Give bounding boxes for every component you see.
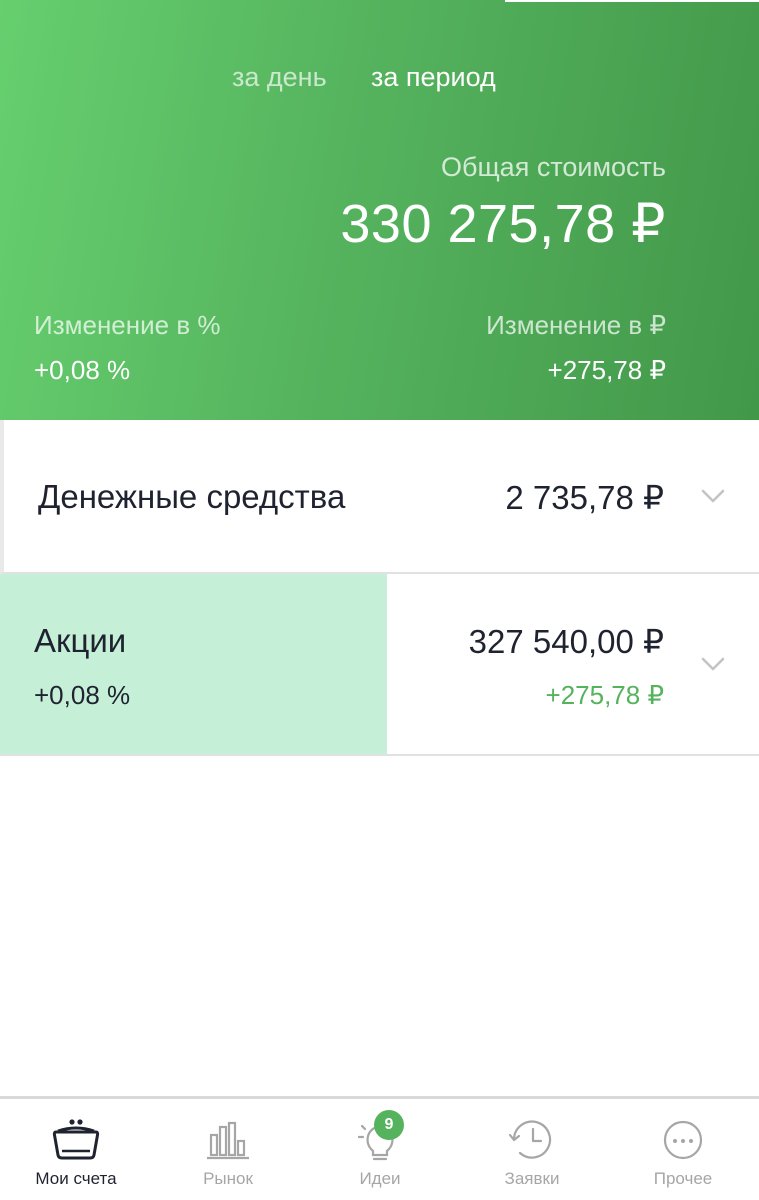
cash-amount: 2 735,78 ₽ [505, 479, 664, 516]
chevron-down-icon[interactable] [699, 650, 727, 678]
total-value: 330 275,78 ₽ [340, 194, 666, 254]
tab-period-range[interactable]: за период [371, 62, 496, 92]
change-rub-value: +275,78 ₽ [547, 355, 666, 385]
stocks-change-rub: +275,78 ₽ [545, 680, 664, 710]
nav-more[interactable]: Прочее [607, 1099, 759, 1200]
stocks-row[interactable]: Акции +0,08 % 327 540,00 ₽ +275,78 ₽ [0, 574, 759, 756]
market-chart-icon [202, 1117, 254, 1163]
history-clock-icon [506, 1117, 558, 1163]
nav-my-accounts[interactable]: Мои счета [0, 1099, 152, 1200]
nav-label: Заявки [504, 1169, 560, 1188]
nav-label: Идеи [359, 1169, 401, 1188]
nav-label: Мои счета [35, 1169, 117, 1188]
change-percent-label: Изменение в % [34, 310, 221, 340]
nav-orders[interactable]: Заявки [456, 1099, 608, 1200]
more-dots-icon [657, 1117, 709, 1163]
stocks-highlight [0, 574, 387, 754]
nav-label: Рынок [203, 1169, 253, 1188]
stocks-amount: 327 540,00 ₽ [468, 623, 664, 660]
total-value-label: Общая стоимость [441, 152, 666, 182]
ideas-count-badge: 9 [374, 1110, 404, 1140]
portfolio-summary-header: за день за период Общая стоимость 330 27… [0, 0, 759, 420]
stocks-title: Акции [34, 622, 127, 659]
change-rub-label: Изменение в ₽ [486, 310, 666, 340]
cash-title: Денежные средства [38, 478, 346, 515]
chevron-down-icon[interactable] [699, 482, 727, 510]
accounts-screen: за день за период Общая стоимость 330 27… [0, 0, 759, 1200]
stocks-change-percent: +0,08 % [34, 680, 131, 710]
cash-row[interactable]: Денежные средства 2 735,78 ₽ [0, 420, 759, 574]
nav-market[interactable]: Рынок [152, 1099, 304, 1200]
change-percent-value: +0,08 % [34, 355, 131, 385]
nav-label: Прочее [653, 1169, 713, 1188]
tab-period-day[interactable]: за день [232, 62, 327, 92]
bottom-navigation: Мои счета Рынок Идеи Заявки Прочее [0, 1096, 759, 1200]
wallet-icon [50, 1117, 102, 1163]
